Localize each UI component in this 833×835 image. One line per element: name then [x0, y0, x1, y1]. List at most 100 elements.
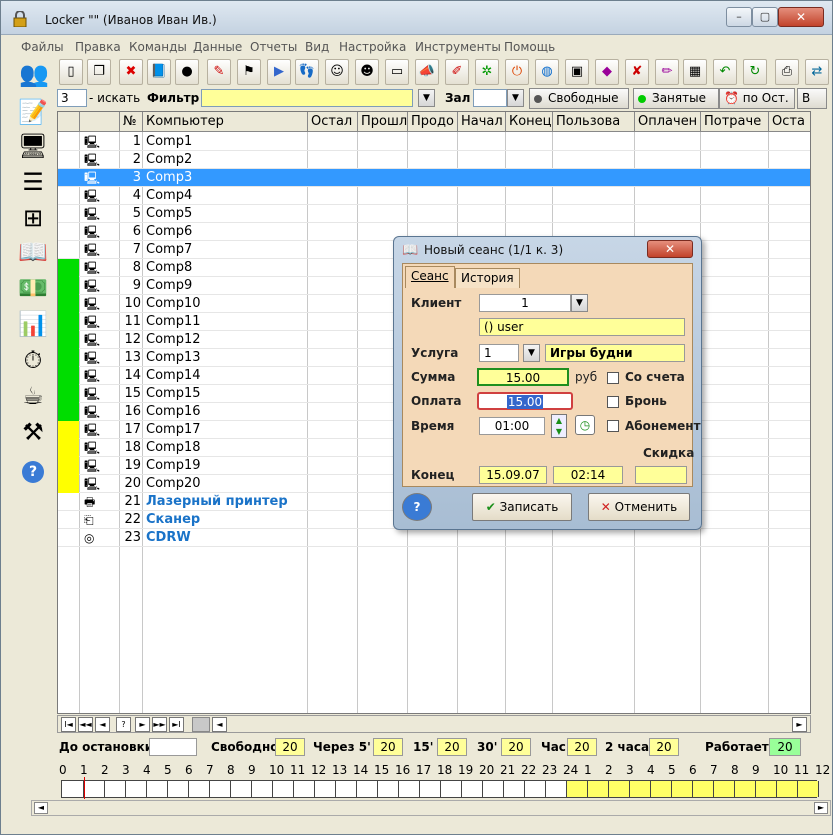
help-icon[interactable]: ?	[15, 452, 51, 484]
nav-next-page-button[interactable]: ►►	[152, 717, 167, 732]
clock-icon[interactable]: ◷	[575, 415, 595, 435]
diamond-icon[interactable]: ◆	[595, 59, 619, 85]
dialog-close-button[interactable]: ✕	[647, 240, 693, 258]
chart-icon[interactable]: 📊	[15, 308, 51, 340]
filter-input[interactable]	[201, 89, 413, 107]
power-icon[interactable]: ⏻	[505, 59, 529, 85]
reserve-checkbox[interactable]	[607, 396, 619, 408]
notepad-icon[interactable]: 📝	[15, 96, 51, 128]
menu-view[interactable]: Вид	[305, 40, 329, 54]
open-book-icon[interactable]: 📖	[15, 236, 51, 268]
menu-tools[interactable]: Инструменты	[415, 40, 501, 54]
free-button[interactable]: Свободные	[529, 88, 629, 109]
footsteps-icon[interactable]: 👣	[295, 59, 319, 85]
tab-session[interactable]: Сеанс	[405, 266, 455, 288]
refresh-icon[interactable]: ↻	[743, 59, 767, 85]
horn-icon[interactable]: 📣	[415, 59, 439, 85]
time-field[interactable]: 01:00	[479, 417, 545, 435]
timeline-bar[interactable]	[61, 777, 819, 799]
undo-icon[interactable]: ↶	[713, 59, 737, 85]
menu-edit[interactable]: Правка	[75, 40, 121, 54]
client-dropdown-icon[interactable]: ▼	[571, 294, 588, 312]
presentation-icon[interactable]: ▣	[565, 59, 589, 85]
tree-icon[interactable]: ⊞	[15, 202, 51, 234]
bottom-scrollbar[interactable]: ◄ ►	[31, 800, 831, 816]
copy-icon[interactable]: ❐	[87, 59, 111, 85]
scroll-right-icon[interactable]: ►	[792, 717, 807, 732]
arrows-icon[interactable]: ⇄	[805, 59, 829, 85]
marker-icon[interactable]: ✐	[445, 59, 469, 85]
users-icon[interactable]: 👥	[17, 59, 51, 89]
header-start[interactable]: Начал	[458, 112, 506, 132]
table-row[interactable]: 🖳 3 Comp3	[58, 169, 810, 187]
menu-reports[interactable]: Отчеты	[250, 40, 297, 54]
pin-icon[interactable]: ✎	[207, 59, 231, 85]
header-rest[interactable]: Оста	[769, 112, 810, 132]
nav-last-button[interactable]: ►I	[169, 717, 184, 732]
table-row[interactable]: 🖳 1 Comp1	[58, 133, 810, 151]
more-button[interactable]: В	[797, 88, 827, 109]
table-row[interactable]: 🖳 4 Comp4	[58, 187, 810, 205]
table-row[interactable]: 🖳 5 Comp5	[58, 205, 810, 223]
card-icon[interactable]: ▭	[385, 59, 409, 85]
dialog-help-button[interactable]: ?	[402, 493, 432, 521]
menu-files[interactable]: Файлы	[21, 40, 64, 54]
minimize-button[interactable]: –	[726, 7, 752, 27]
tools-icon[interactable]: ⚒	[15, 416, 51, 448]
nav-prev-button[interactable]: ◄	[95, 717, 110, 732]
header-end[interactable]: Конец	[506, 112, 553, 132]
by-rest-button[interactable]: ⏰ по Ост.	[719, 88, 795, 109]
nav-find-button[interactable]: ?	[116, 717, 131, 732]
header-remaining[interactable]: Остал	[308, 112, 358, 132]
discount-field[interactable]	[635, 466, 687, 484]
hall-input[interactable]	[473, 89, 507, 107]
header-computer[interactable]: Компьютер	[143, 112, 308, 132]
menu-settings[interactable]: Настройка	[339, 40, 406, 54]
globe-icon[interactable]: ◍	[535, 59, 559, 85]
header-duration[interactable]: Продо	[408, 112, 458, 132]
coins-icon[interactable]: ●	[175, 59, 199, 85]
header-paid[interactable]: Оплачен	[635, 112, 701, 132]
monitor-icon[interactable]: 🖥	[15, 130, 51, 162]
restore-button[interactable]: ▢	[752, 7, 778, 27]
header-num[interactable]: №	[120, 112, 143, 132]
table-row[interactable]: ◎ 23 CDRW	[58, 529, 810, 547]
smile-icon[interactable]: ☻	[355, 59, 379, 85]
close-button[interactable]: ✕	[778, 7, 824, 27]
filter-dropdown-icon[interactable]: ▼	[418, 89, 435, 107]
play-icon[interactable]: ▶	[267, 59, 291, 85]
stop-icon[interactable]: ✖	[119, 59, 143, 85]
network-icon[interactable]: ✲	[475, 59, 499, 85]
table-row[interactable]: 🖳 2 Comp2	[58, 151, 810, 169]
bottom-scroll-left-icon[interactable]: ◄	[34, 802, 48, 814]
client-field[interactable]: 1	[479, 294, 571, 312]
face-icon[interactable]: ☺	[325, 59, 349, 85]
menu-commands[interactable]: Команды	[129, 40, 187, 54]
cancel-button[interactable]: ✕ Отменить	[588, 493, 690, 521]
hall-dropdown-icon[interactable]: ▼	[507, 89, 524, 107]
service-dropdown-icon[interactable]: ▼	[523, 344, 540, 362]
header-elapsed[interactable]: Прошл	[358, 112, 408, 132]
subscription-checkbox[interactable]	[607, 420, 619, 432]
calendar-icon[interactable]: ▦	[683, 59, 707, 85]
print-icon[interactable]: ⎙	[775, 59, 799, 85]
scroll-left-icon[interactable]: ◄	[212, 717, 227, 732]
from-account-checkbox[interactable]	[607, 372, 619, 384]
service-field[interactable]: 1	[479, 344, 519, 362]
bottom-scroll-right-icon[interactable]: ►	[814, 802, 828, 814]
coffee-icon[interactable]: ☕	[15, 380, 51, 412]
new-icon[interactable]: ▯	[59, 59, 83, 85]
nav-first-button[interactable]: I◄	[61, 717, 76, 732]
clock-icon[interactable]: ⏱	[15, 344, 51, 376]
list-icon[interactable]: ☰	[15, 166, 51, 198]
header-user[interactable]: Пользова	[553, 112, 635, 132]
nav-prev-page-button[interactable]: ◄◄	[78, 717, 93, 732]
flag-icon[interactable]: ⚑	[237, 59, 261, 85]
count-input[interactable]: 3	[57, 89, 87, 107]
sum-field[interactable]: 15.00	[477, 368, 569, 386]
tab-history[interactable]: История	[455, 268, 520, 288]
time-spinner-icon[interactable]: ▲ ▼	[551, 414, 567, 438]
cross-icon[interactable]: ✘	[625, 59, 649, 85]
menu-help[interactable]: Помощь	[504, 40, 555, 54]
scroll-thumb[interactable]	[192, 717, 210, 732]
